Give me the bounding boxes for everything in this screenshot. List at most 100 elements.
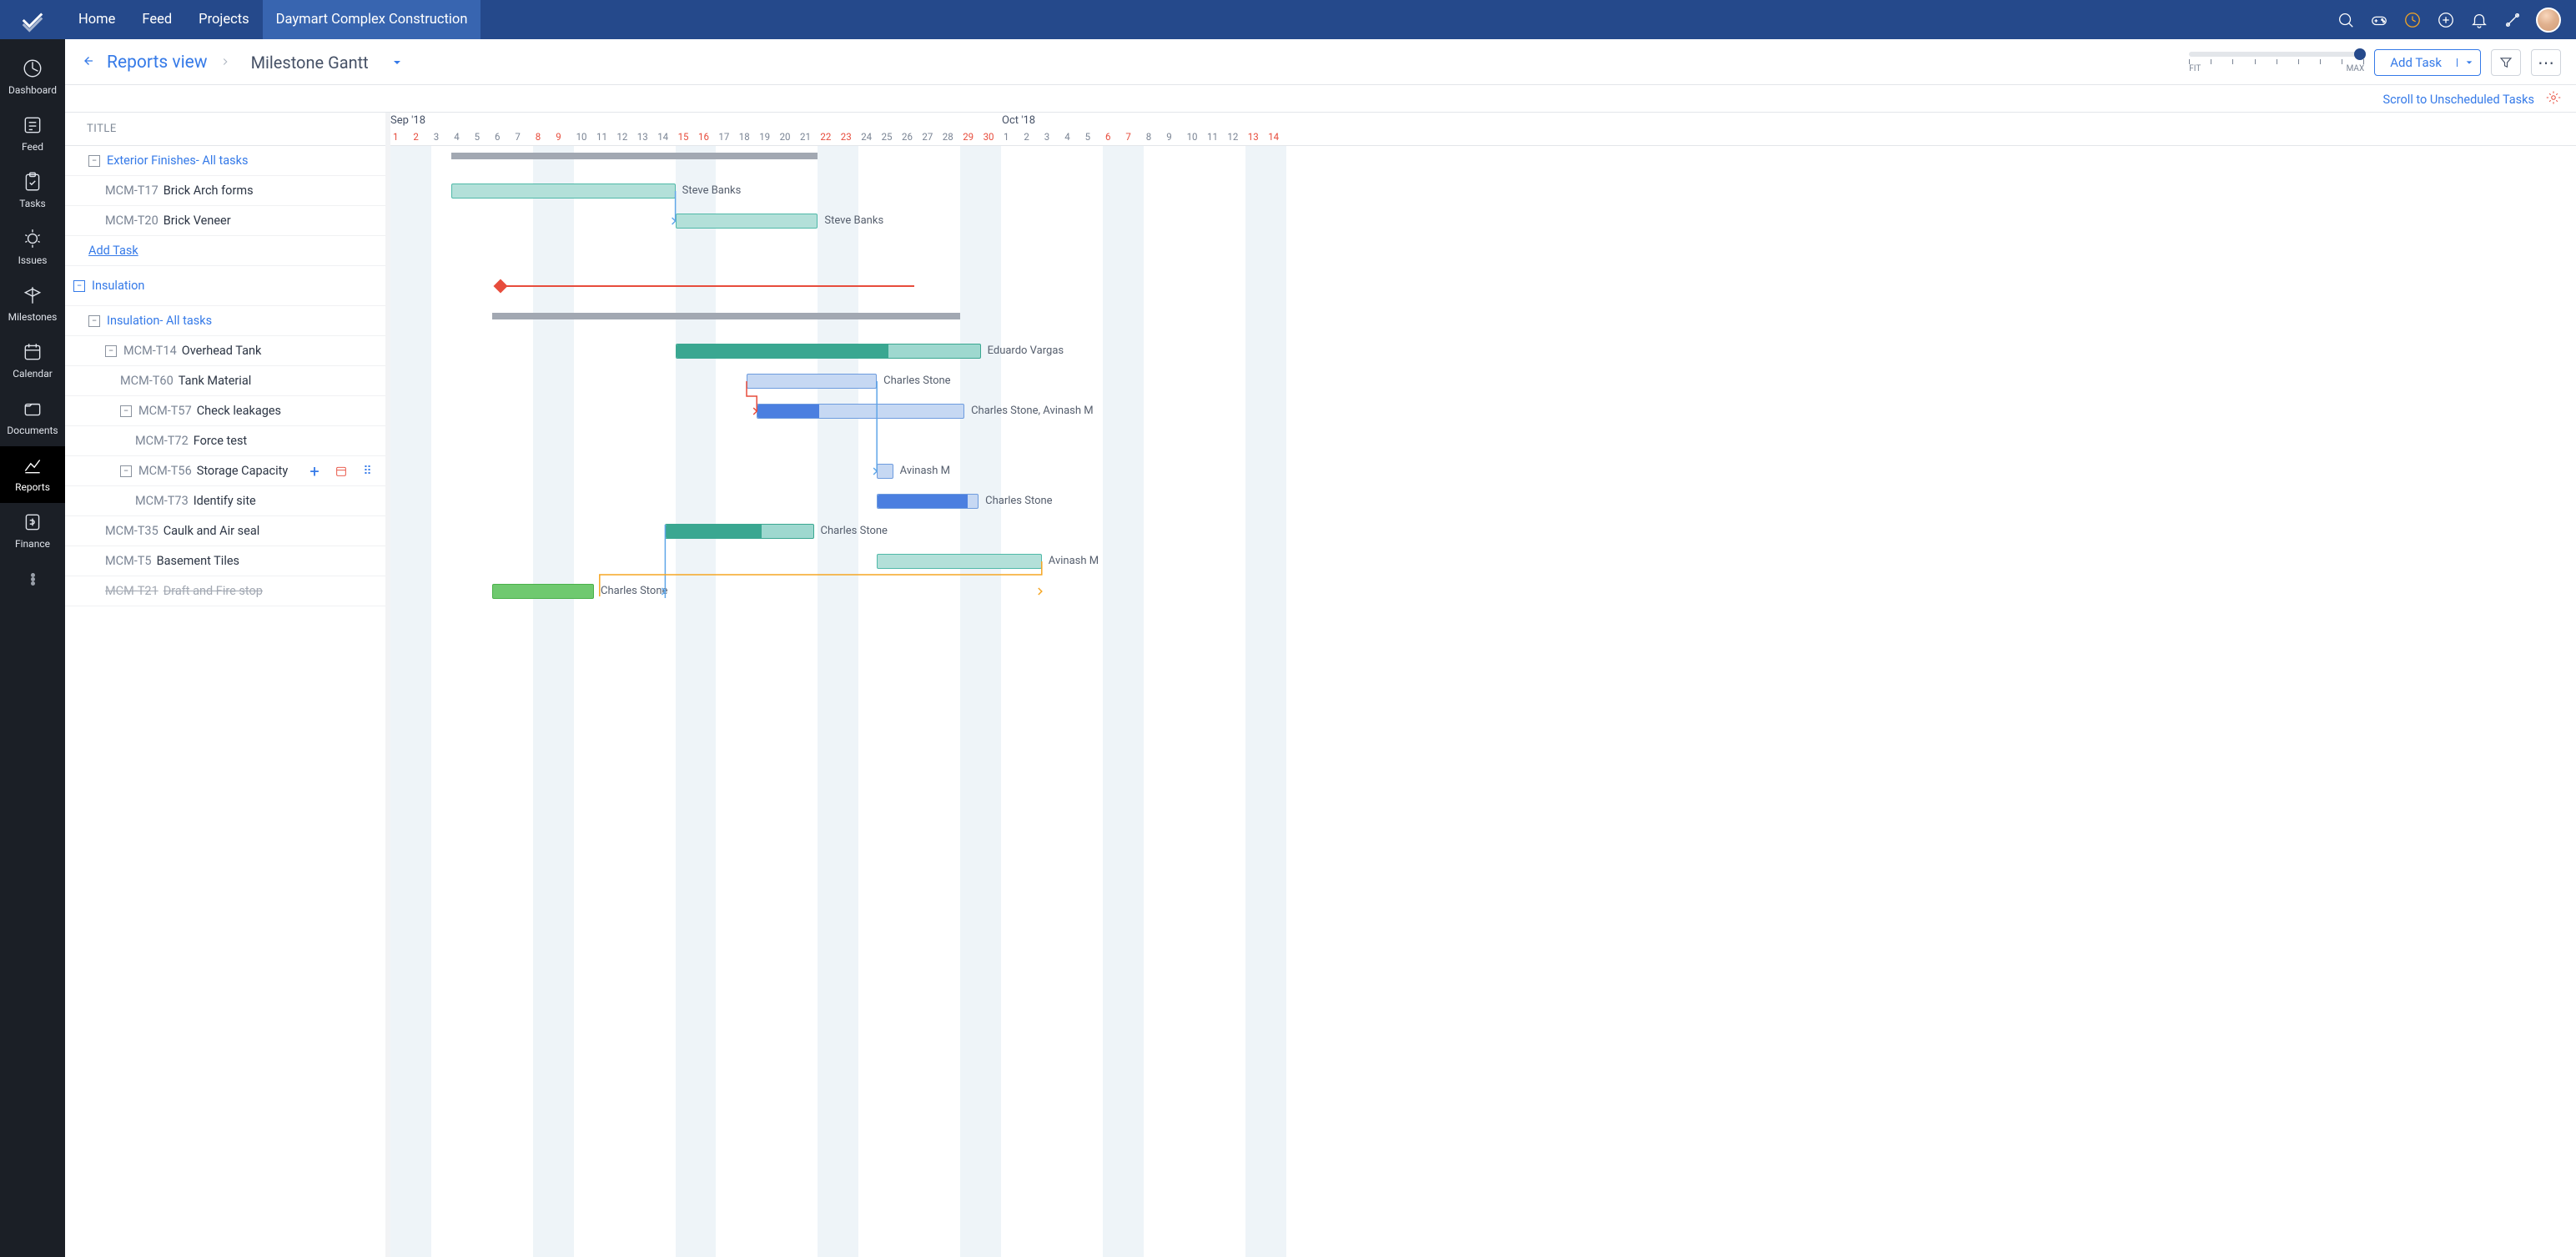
task-row[interactable]: MCM-T72 Force test (65, 426, 385, 456)
sidebar-tasks[interactable]: Tasks (0, 163, 65, 219)
sidebar-documents[interactable]: Documents (0, 390, 65, 446)
day-cell: 8 (536, 131, 541, 143)
expand-toggle[interactable]: − (73, 280, 85, 292)
task-row[interactable]: MCM-T60Tank Material (65, 366, 385, 396)
add-task-label[interactable]: Add Task (2375, 55, 2457, 70)
task-code: MCM-T72 (135, 434, 189, 448)
day-cell: 21 (800, 131, 811, 143)
gantt-task-bar[interactable] (492, 584, 594, 599)
add-task-dropdown[interactable] (2457, 58, 2480, 67)
gantt-task-bar[interactable] (877, 554, 1042, 569)
sidebar-calendar[interactable]: Calendar (0, 333, 65, 390)
row-schedule-icon[interactable] (334, 464, 349, 479)
task-row[interactable]: −MCM-T57Check leakages (65, 396, 385, 426)
expand-toggle[interactable]: − (88, 155, 100, 167)
task-row[interactable]: MCM-T21 Draft and Fire stop (65, 576, 385, 606)
more-button[interactable]: ⋯ (2531, 49, 2561, 76)
sidebar-feed[interactable]: Feed (0, 106, 65, 163)
expand-toggle[interactable]: − (120, 405, 132, 417)
top-nav: Home Feed Projects Daymart Complex Const… (65, 0, 480, 39)
gantt-task-bar[interactable] (747, 374, 877, 389)
zoom-slider[interactable]: FITMAX (2189, 52, 2364, 73)
sidebar-issues[interactable]: Issues (0, 219, 65, 276)
day-cell: 23 (841, 131, 852, 143)
view-dropdown-caret[interactable] (392, 55, 402, 71)
task-title: Overhead Tank (182, 344, 262, 358)
task-title: Basement Tiles (157, 554, 239, 568)
gantt-summary-bar[interactable] (451, 153, 818, 159)
task-code: MCM-T14 (123, 344, 177, 358)
sidebar: Dashboard Feed Tasks Issues Milestones C… (0, 39, 65, 1257)
sidebar-finance[interactable]: Finance (0, 503, 65, 560)
search-icon[interactable] (2336, 10, 2356, 30)
settings-gear-icon[interactable] (2546, 90, 2561, 108)
filter-button[interactable] (2491, 49, 2521, 76)
sidebar-more[interactable] (0, 565, 65, 596)
gantt-timeline[interactable]: Sep '18Oct '18 1234567891011121314151617… (390, 113, 2576, 1257)
scroll-unscheduled-link[interactable]: Scroll to Unscheduled Tasks (2383, 93, 2534, 107)
gantt-summary-bar[interactable] (492, 313, 960, 319)
gantt-milestone-line (506, 285, 914, 287)
gamepad-icon[interactable] (2369, 10, 2389, 30)
sidebar-milestones[interactable]: Milestones (0, 276, 65, 333)
bell-icon[interactable] (2469, 10, 2489, 30)
gantt-task-bar[interactable] (451, 184, 675, 199)
user-avatar[interactable] (2536, 8, 2561, 33)
expand-toggle[interactable]: − (88, 315, 100, 327)
gantt-task-bar[interactable] (676, 214, 818, 229)
task-row[interactable]: −MCM-T56Storage Capacity+⠿ (65, 456, 385, 486)
app-logo[interactable] (0, 8, 65, 33)
task-row[interactable]: MCM-T35Caulk and Air seal (65, 516, 385, 546)
gantt-task-bar[interactable] (757, 404, 964, 419)
back-icon[interactable] (80, 53, 95, 72)
nav-projects[interactable]: Projects (185, 0, 263, 39)
controls-row: Reports view Milestone Gantt FITMAX Add … (65, 39, 2576, 85)
task-row[interactable]: MCM-T5Basement Tiles (65, 546, 385, 576)
view-name[interactable]: Milestone Gantt (251, 53, 369, 73)
task-row[interactable]: −Insulation (65, 266, 385, 306)
breadcrumb-reports[interactable]: Reports view (107, 53, 208, 73)
add-icon[interactable] (2436, 10, 2456, 30)
zoom-max-label: MAX (2347, 64, 2365, 73)
day-cell: 4 (454, 131, 459, 143)
row-add-icon[interactable]: + (307, 464, 322, 479)
task-code: MCM-T73 (135, 494, 189, 508)
expand-toggle[interactable]: − (105, 345, 117, 357)
nav-home[interactable]: Home (65, 0, 128, 39)
task-row[interactable]: −Exterior Finishes- All tasks (65, 146, 385, 176)
sidebar-label: Milestones (8, 311, 58, 323)
task-code: MCM-T21 (105, 584, 158, 598)
tools-icon[interactable] (2503, 10, 2523, 30)
expand-toggle[interactable]: − (120, 465, 132, 477)
day-cell: 13 (637, 131, 648, 143)
sidebar-dashboard[interactable]: Dashboard (0, 49, 65, 106)
gantt-task-bar[interactable] (877, 494, 979, 509)
sidebar-reports[interactable]: Reports (0, 446, 65, 503)
day-cell: 26 (902, 131, 913, 143)
row-drag-handle[interactable]: ⠿ (360, 464, 375, 479)
nav-feed[interactable]: Feed (128, 0, 185, 39)
day-cell: 5 (1085, 131, 1090, 143)
day-cell: 18 (739, 131, 750, 143)
task-title: Force test (194, 434, 247, 448)
task-row[interactable]: MCM-T17Brick Arch forms (65, 176, 385, 206)
clock-icon[interactable] (2402, 10, 2423, 30)
task-code: MCM-T57 (138, 404, 192, 418)
day-cell: 10 (1187, 131, 1198, 143)
task-row[interactable]: MCM-T73Identify site (65, 486, 385, 516)
nav-project-current[interactable]: Daymart Complex Construction (263, 0, 481, 39)
gantt-task-bar[interactable] (676, 344, 981, 359)
task-row[interactable]: MCM-T20Brick Veneer (65, 206, 385, 236)
day-cell: 28 (943, 131, 953, 143)
task-row[interactable]: −MCM-T14 Overhead Tank (65, 336, 385, 366)
gantt-task-bar[interactable] (665, 524, 813, 539)
task-row[interactable]: Add Task (65, 236, 385, 266)
gantt-task-bar[interactable] (877, 464, 893, 479)
zoom-handle[interactable] (2354, 48, 2366, 60)
day-cell: 5 (475, 131, 480, 143)
gantt-bar-label: Charles Stone, Avinash M (971, 405, 1094, 417)
task-row[interactable]: −Insulation- All tasks (65, 306, 385, 336)
task-title: Draft and Fire stop (164, 584, 263, 598)
add-task-button[interactable]: Add Task (2374, 49, 2481, 76)
task-title: Add Task (88, 244, 138, 258)
